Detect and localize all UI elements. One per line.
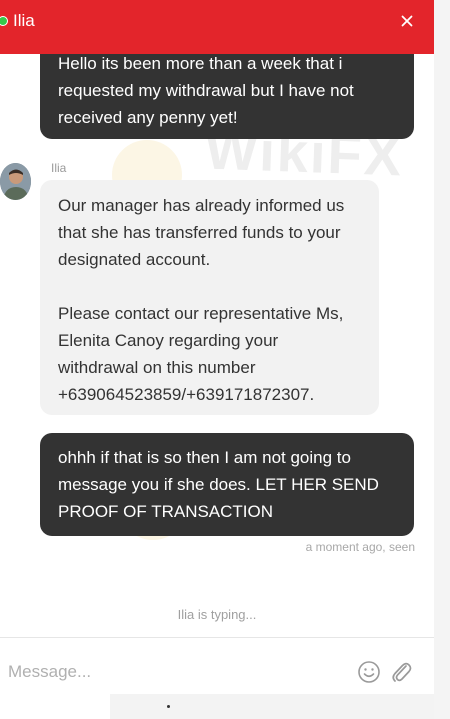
- typing-indicator: Ilia is typing...: [177, 607, 257, 622]
- bottom-strip: [110, 694, 434, 719]
- agent-message-paragraph: Please contact our representative Ms, El…: [58, 304, 344, 404]
- user-message-bubble: ohhh if that is so then I am not going t…: [40, 433, 414, 536]
- chat-window: WikiFX FX Hello its been more than a wee…: [0, 0, 434, 719]
- user-message-text: Hello its been more than a week that i r…: [58, 54, 354, 127]
- chat-header: Ilia: [0, 0, 434, 54]
- smiley-icon[interactable]: [357, 660, 381, 684]
- bottom-dot: [167, 705, 170, 708]
- agent-message-bubble: Our manager has already informed us that…: [40, 180, 379, 415]
- user-message-text: ohhh if that is so then I am not going t…: [58, 448, 379, 521]
- paperclip-icon[interactable]: [389, 658, 413, 686]
- chat-title: Ilia: [13, 11, 35, 30]
- agent-name: Ilia: [51, 161, 67, 175]
- user-message-bubble: Hello its been more than a week that i r…: [40, 50, 414, 139]
- online-status-icon: [0, 16, 8, 26]
- message-input[interactable]: [8, 652, 338, 692]
- close-icon[interactable]: [397, 11, 417, 31]
- agent-message-paragraph: Our manager has already informed us that…: [58, 196, 345, 269]
- message-status: a moment ago, seen: [305, 540, 415, 554]
- right-gutter: [434, 0, 450, 719]
- agent-avatar: [0, 163, 31, 200]
- composer-divider: [0, 637, 434, 638]
